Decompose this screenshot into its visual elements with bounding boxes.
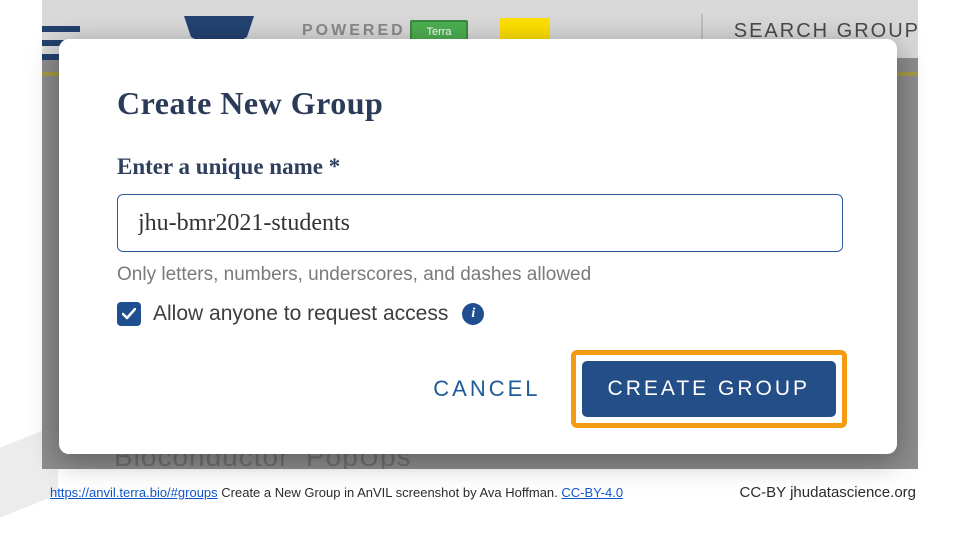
create-group-dialog: Create New Group Enter a unique name * O…	[59, 39, 897, 454]
create-group-button[interactable]: CREATE GROUP	[582, 361, 836, 417]
allow-request-access-label: Allow anyone to request access	[153, 302, 448, 326]
footer-attribution: CC-BY jhudatascience.org	[740, 484, 916, 501]
group-name-hint: Only letters, numbers, underscores, and …	[117, 264, 839, 286]
caption-text: Create a New Group in AnVIL screenshot b…	[218, 485, 562, 500]
allow-request-access-checkbox[interactable]	[117, 302, 141, 326]
license-link[interactable]: CC-BY-4.0	[561, 485, 623, 500]
check-icon	[122, 308, 136, 320]
group-name-input[interactable]	[117, 194, 843, 252]
footer-caption: https://anvil.terra.bio/#groups Create a…	[50, 485, 623, 500]
dialog-title: Create New Group	[117, 85, 839, 122]
source-url-link[interactable]: https://anvil.terra.bio/#groups	[50, 485, 218, 500]
cancel-button[interactable]: CANCEL	[433, 376, 540, 402]
dialog-actions: CANCEL CREATE GROUP	[433, 350, 847, 428]
group-name-label: Enter a unique name *	[117, 154, 839, 180]
powered-label: POWERED	[302, 22, 406, 40]
create-button-highlight: CREATE GROUP	[571, 350, 847, 428]
info-icon[interactable]: i	[462, 303, 484, 325]
